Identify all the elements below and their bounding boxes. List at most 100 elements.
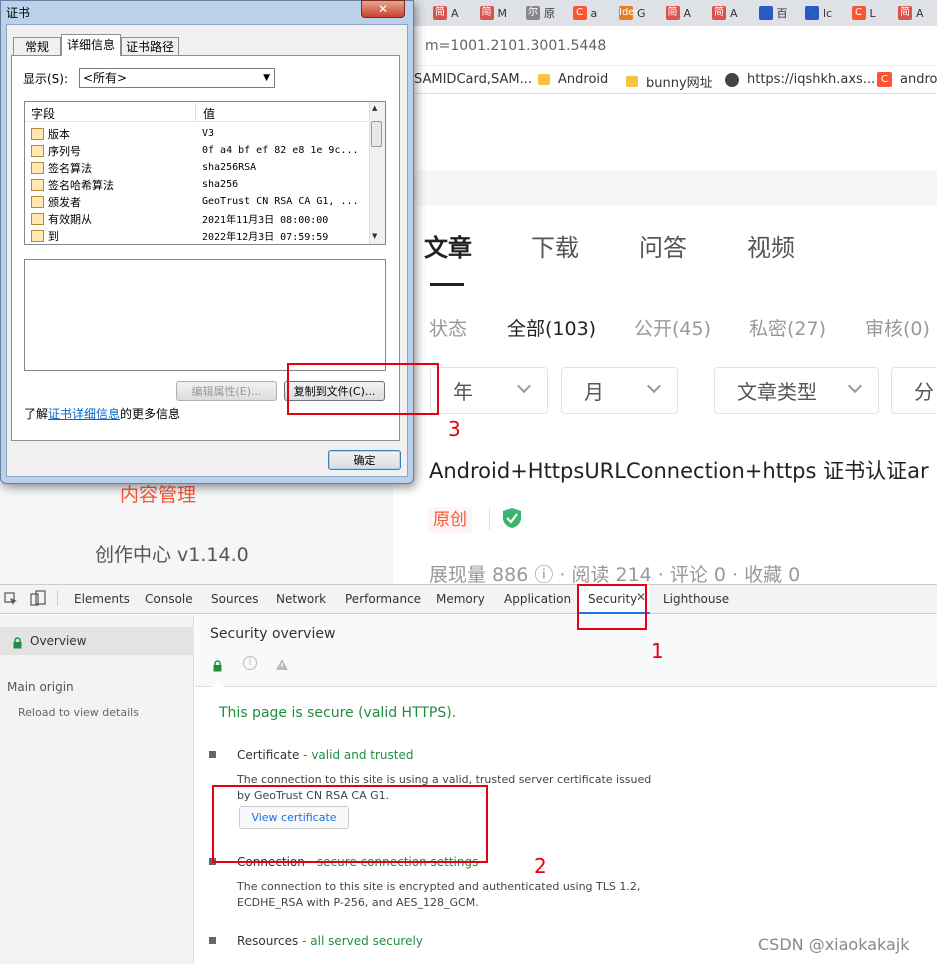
csdn-watermark: CSDN @xiaokakajk: [758, 935, 910, 954]
devtools-tab-console[interactable]: Console: [145, 592, 193, 606]
info-icon: i: [243, 656, 257, 670]
browser-tab[interactable]: 简A: [712, 3, 738, 23]
devtools-tab-sources[interactable]: Sources: [211, 592, 258, 606]
browser-tab[interactable]: 简A: [665, 3, 691, 23]
category-dropdown[interactable]: 分: [891, 367, 937, 414]
tab-favicon-icon: 尔: [526, 6, 540, 20]
browser-tab[interactable]: 简M: [479, 3, 507, 23]
bookmark-android[interactable]: Android: [538, 72, 608, 87]
cert-field-row[interactable]: 序列号 0f a4 bf ef 82 e8 1e 9c...: [31, 142, 371, 159]
scroll-up-icon[interactable]: ▲: [372, 104, 377, 112]
folder-icon: [538, 74, 550, 85]
dropdown-label: 文章类型: [737, 380, 817, 404]
scroll-thumb[interactable]: [371, 121, 382, 147]
browser-tab[interactable]: 🐾 百: [758, 3, 788, 23]
sidebar-main-origin: Main origin: [7, 680, 74, 694]
chevron-down-icon: [646, 378, 662, 394]
filter-all[interactable]: 全部(103): [507, 314, 596, 341]
devtools-tab-performance[interactable]: Performance: [345, 592, 421, 606]
article-title[interactable]: Android+HttpsURLConnection+https 证书认证ar: [429, 455, 929, 485]
tab-favicon-icon: 简: [665, 6, 680, 20]
tab-favicon-icon: 简: [712, 6, 726, 20]
year-dropdown[interactable]: 年: [430, 367, 548, 414]
sidebar-item-overview[interactable]: Overview: [30, 634, 87, 648]
browser-tab[interactable]: 🐾 lc: [805, 3, 832, 23]
tab-articles[interactable]: 文章: [424, 228, 472, 263]
resources-label: Resources: [237, 934, 299, 948]
filter-review[interactable]: 审核(0): [865, 314, 930, 341]
tab-cert-path[interactable]: 证书路径: [121, 37, 179, 56]
browser-tab[interactable]: 简A: [898, 3, 924, 23]
tab-qa[interactable]: 问答: [639, 228, 687, 263]
filter-private[interactable]: 私密(27): [749, 314, 826, 341]
url-text[interactable]: m=1001.2101.3001.5448: [425, 38, 606, 54]
field-icon: [31, 127, 44, 140]
cert-field-row[interactable]: 到 2022年12月3日 07:59:59: [31, 227, 371, 244]
ok-button[interactable]: 确定: [328, 450, 401, 470]
bookmark-bunny[interactable]: bunny网址: [626, 72, 713, 91]
bookmark-android-csdn[interactable]: Candroi: [877, 72, 937, 87]
bookmark-samidcard[interactable]: SAMIDCard,SAM...: [414, 72, 532, 87]
dialog-title: 证书: [6, 6, 31, 20]
tab-general[interactable]: 常规: [13, 37, 61, 56]
tab-videos[interactable]: 视频: [747, 228, 795, 263]
inspect-element-icon[interactable]: [4, 591, 18, 605]
original-badge: 原创: [428, 507, 472, 533]
divider: [489, 508, 490, 530]
bookmark-iqshkh[interactable]: https://iqshkh.axs...: [725, 72, 875, 87]
field-value: sha256RSA: [202, 162, 257, 173]
show-select[interactable]: <所有> ▼: [79, 68, 275, 88]
article-type-dropdown[interactable]: 文章类型: [714, 367, 879, 414]
browser-tab[interactable]: Ider G: [619, 3, 646, 23]
device-toggle-icon[interactable]: [30, 590, 46, 606]
month-dropdown[interactable]: 月: [561, 367, 678, 414]
devtools-tab-lighthouse[interactable]: Lighthouse: [663, 592, 729, 606]
dropdown-label: 年: [453, 380, 473, 404]
browser-tab[interactable]: 简A: [433, 3, 459, 23]
cert-field-row[interactable]: 签名算法 sha256RSA: [31, 159, 371, 176]
tab-favicon-icon: 简: [433, 6, 447, 20]
bookmark-label: androi: [900, 72, 937, 87]
learn-more-text: 了解证书详细信息的更多信息: [24, 405, 180, 422]
tab-favicon-icon: C: [851, 6, 866, 20]
browser-tab[interactable]: CL: [851, 3, 876, 23]
resources-status: - all served securely: [302, 934, 423, 948]
col-value[interactable]: 值: [203, 105, 215, 122]
tab-favicon-icon: 简: [898, 6, 912, 20]
field-name: 签名算法: [48, 161, 92, 175]
devtools-tab-network[interactable]: Network: [276, 592, 326, 606]
devtools-tab-memory[interactable]: Memory: [436, 592, 485, 606]
show-select-value: <所有>: [83, 71, 128, 85]
field-icon: [31, 161, 44, 174]
cert-details-link[interactable]: 证书详细信息: [48, 407, 120, 421]
browser-tab[interactable]: Ca: [572, 3, 597, 23]
cert-field-row[interactable]: 签名哈希算法 sha256: [31, 176, 371, 193]
tab-label: 原: [544, 7, 555, 20]
col-field[interactable]: 字段: [31, 105, 55, 122]
csdn-icon: C: [877, 72, 892, 87]
tab-label: A: [451, 6, 459, 20]
security-sidebar: [0, 615, 194, 964]
tab-details[interactable]: 详细信息: [61, 34, 121, 56]
close-button[interactable]: ✕: [361, 0, 405, 18]
annotation-box-copy-file: [287, 363, 439, 415]
devtools-tab-elements[interactable]: Elements: [74, 592, 130, 606]
devtools-tab-application[interactable]: Application: [504, 592, 571, 606]
field-name: 颁发者: [48, 195, 81, 209]
edit-properties-button[interactable]: 编辑属性(E)...: [176, 381, 277, 401]
field-icon: [31, 195, 44, 208]
cert-field-row[interactable]: 有效期从 2021年11月3日 08:00:00: [31, 210, 371, 227]
conn-desc-line1: The connection to this site is encrypted…: [237, 880, 641, 893]
field-value: sha256: [202, 179, 239, 190]
annotation-box-view-cert: [212, 785, 488, 863]
tab-favicon-icon: Ider: [619, 6, 639, 20]
cert-field-row[interactable]: 颁发者 GeoTrust CN RSA CA G1, ...: [31, 193, 371, 210]
filter-public[interactable]: 公开(45): [634, 314, 711, 341]
scroll-down-icon[interactable]: ▼: [372, 232, 377, 240]
field-value: 2022年12月3日 07:59:59: [202, 232, 329, 243]
browser-tab[interactable]: 尔原: [526, 3, 555, 23]
tab-downloads[interactable]: 下载: [531, 228, 579, 263]
cert-field-row[interactable]: 版本 V3: [31, 125, 371, 142]
divider: [195, 103, 196, 121]
left-menu-content-management[interactable]: 内容管理: [120, 480, 196, 507]
